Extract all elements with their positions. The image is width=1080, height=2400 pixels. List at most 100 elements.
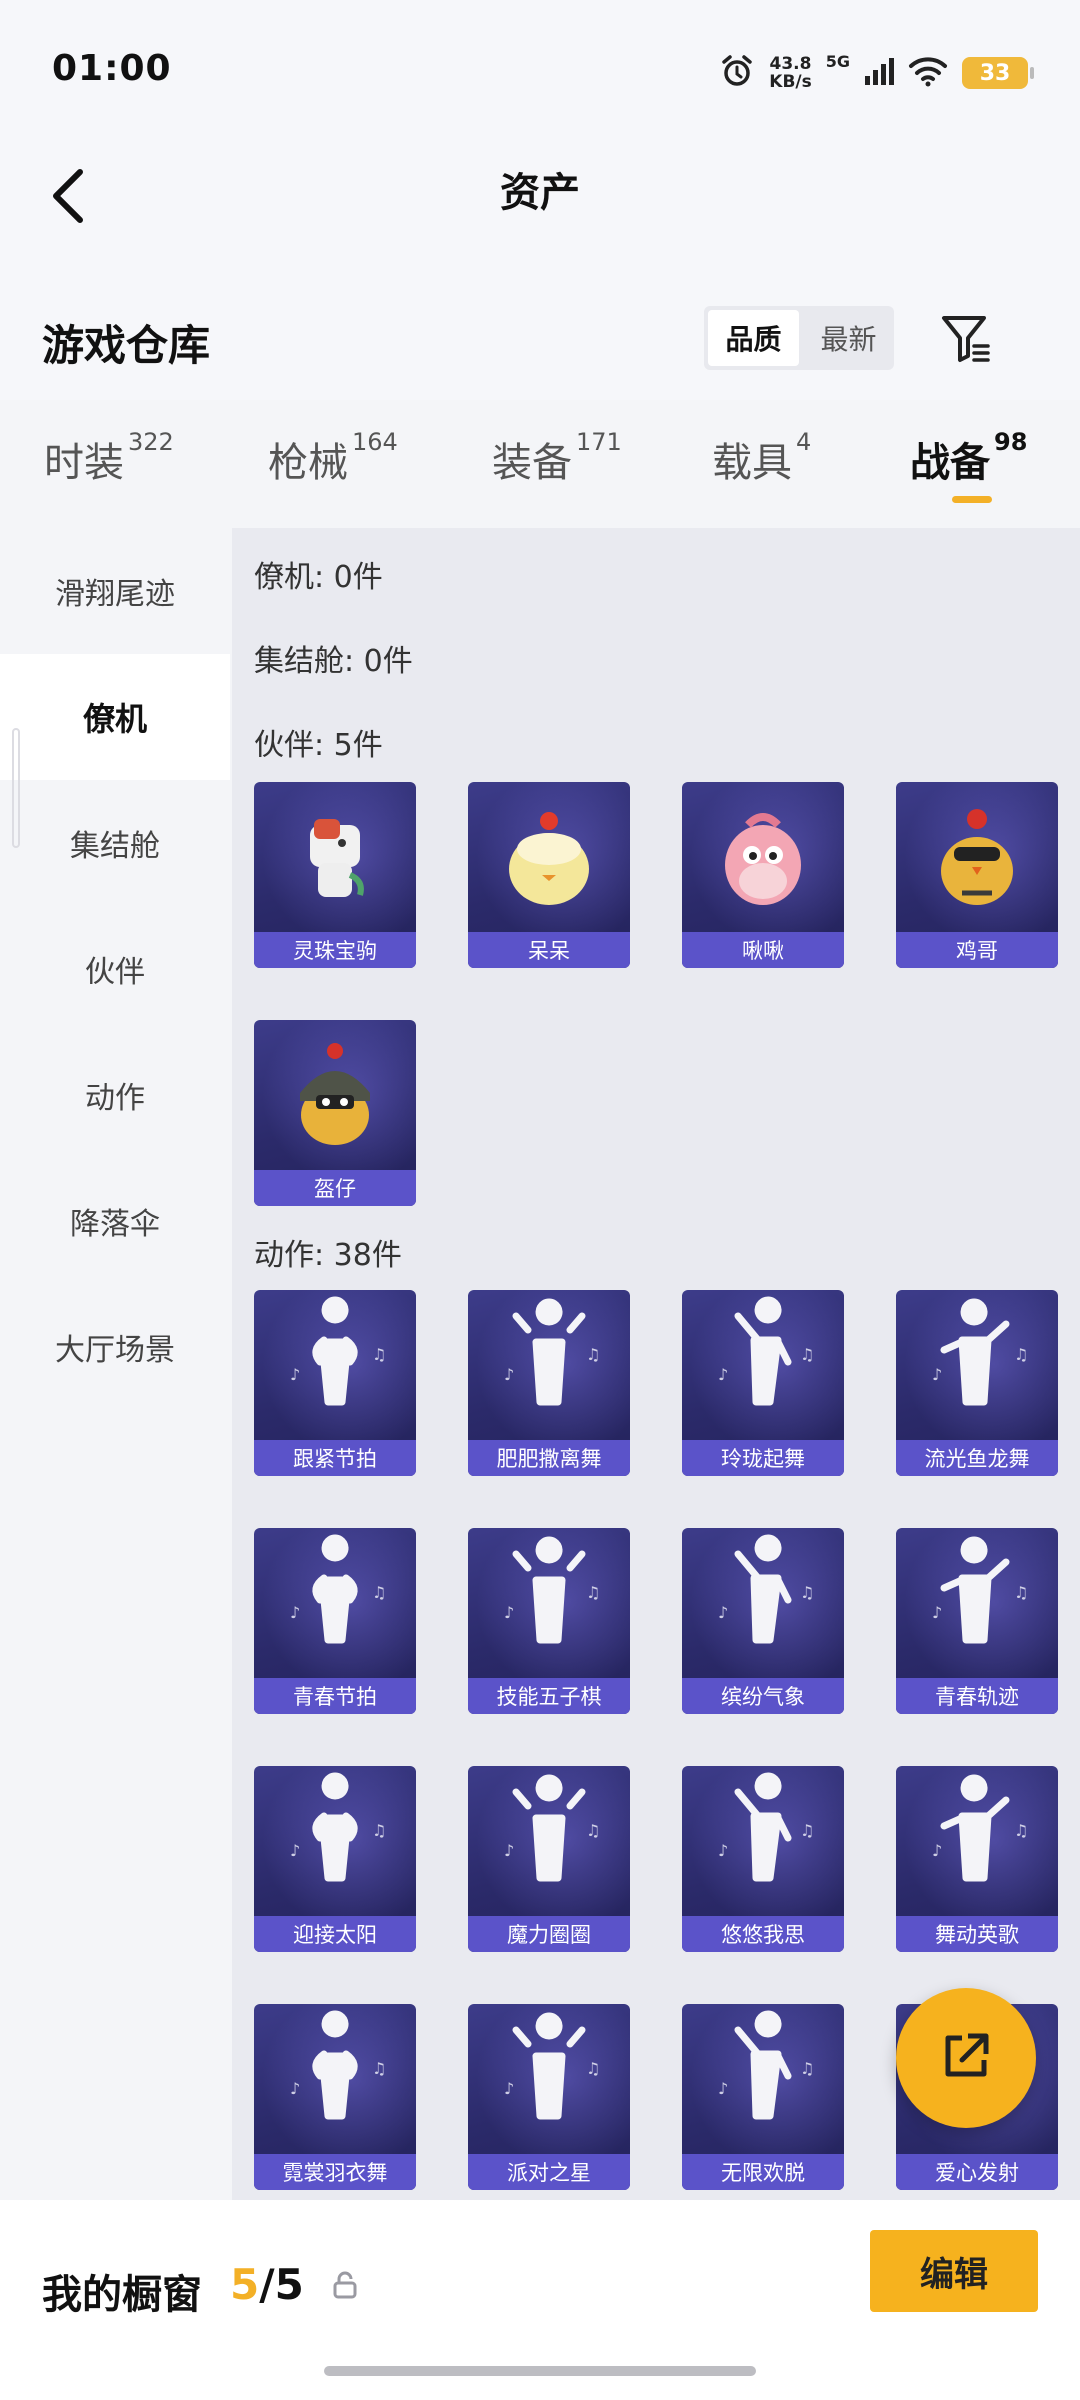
emote-card[interactable]: ♪ ♫ 无限欢脱: [682, 2004, 844, 2190]
partner-card[interactable]: 鸡哥: [896, 782, 1058, 968]
horse-toy-icon: [254, 782, 416, 932]
sort-quality-option[interactable]: 品质: [708, 310, 799, 366]
svg-text:♪: ♪: [718, 1365, 728, 1384]
tab-equipment[interactable]: 装备 171: [492, 428, 622, 488]
tab-combat-gear[interactable]: 战备 98: [910, 428, 1028, 488]
card-label: 跟紧节拍: [254, 1440, 416, 1476]
emote-card[interactable]: ♪ ♫ 流光鱼龙舞: [896, 1290, 1058, 1476]
emote-card[interactable]: ♪ ♫ 缤纷气象: [682, 1528, 844, 1714]
emote-card[interactable]: ♪ ♫ 青春节拍: [254, 1528, 416, 1714]
sidebar-item-lobby-scene[interactable]: 大厅场景: [0, 1284, 230, 1410]
svg-text:♫: ♫: [1014, 1583, 1028, 1602]
tab-vehicles[interactable]: 载具 4: [712, 428, 812, 488]
svg-text:♫: ♫: [586, 1583, 600, 1602]
tab-firearms[interactable]: 枪械 164: [268, 428, 398, 488]
status-icons: 43.8 KB/s 5G 33: [719, 48, 1034, 98]
sort-toggle: 品质 最新: [704, 306, 894, 370]
lock-icon: [330, 2270, 360, 2300]
partner-card[interactable]: 啾啾: [682, 782, 844, 968]
sidebar-item-pod[interactable]: 集结舱: [0, 780, 230, 906]
sidebar-item-partner[interactable]: 伙伴: [0, 906, 230, 1032]
card-label: 灵珠宝驹: [254, 932, 416, 968]
partner-card[interactable]: 盔仔: [254, 1020, 416, 1206]
showcase-count: 5/5: [230, 2260, 304, 2309]
svg-text:♫: ♫: [372, 1821, 386, 1840]
tab-fashion[interactable]: 时装 322: [44, 428, 174, 488]
dance-pose-icon: ♪♫: [682, 1528, 844, 1678]
section-title-wingman: 僚机: 0件: [254, 560, 383, 595]
sidebar-item-glide-trail[interactable]: 滑翔尾迹: [0, 528, 230, 654]
svg-text:♫: ♫: [800, 2059, 814, 2078]
card-label: 啾啾: [682, 932, 844, 968]
app-header: 资产: [0, 140, 1080, 270]
card-label: 青春节拍: [254, 1678, 416, 1714]
dance-pose-icon: ♪♫: [682, 1290, 844, 1440]
tab-count: 171: [576, 428, 622, 456]
emote-card[interactable]: ♪ ♫ 跟紧节拍: [254, 1290, 416, 1476]
partner-card[interactable]: 呆呆: [468, 782, 630, 968]
svg-text:♪: ♪: [718, 1841, 728, 1860]
sort-newest-option[interactable]: 最新: [803, 306, 894, 370]
card-label: 技能五子棋: [468, 1678, 630, 1714]
tab-count: 4: [796, 428, 812, 456]
card-label: 玲珑起舞: [682, 1440, 844, 1476]
category-tabs: 时装 322 枪械 164 装备 171 载具 4 战备 98: [0, 400, 1080, 528]
emote-card[interactable]: ♪ ♫ 迎接太阳: [254, 1766, 416, 1952]
home-indicator[interactable]: [324, 2366, 756, 2376]
network-type: 5G: [825, 52, 850, 71]
emote-card[interactable]: ♪ ♫ 玲珑起舞: [682, 1290, 844, 1476]
emote-card[interactable]: ♪ ♫ 魔力圈圈: [468, 1766, 630, 1952]
card-label: 盔仔: [254, 1170, 416, 1206]
svg-text:♪: ♪: [504, 1365, 514, 1384]
status-bar: 01:00 43.8 KB/s 5G 33: [0, 0, 1080, 140]
emote-card[interactable]: ♪ ♫ 青春轨迹: [896, 1528, 1058, 1714]
emote-card[interactable]: ♪ ♫ 派对之星: [468, 2004, 630, 2190]
signal-icon: [864, 56, 894, 90]
sidebar-scrollbar[interactable]: [12, 728, 20, 848]
tab-count: 98: [994, 428, 1028, 456]
partner-card[interactable]: 灵珠宝驹: [254, 782, 416, 968]
showcase-label: 我的橱窗: [42, 2272, 202, 2318]
emote-card[interactable]: ♪ ♫ 肥肥撒离舞: [468, 1290, 630, 1476]
edit-button[interactable]: 编辑: [870, 2230, 1038, 2312]
svg-text:♫: ♫: [800, 1583, 814, 1602]
showcase-used: 5: [230, 2260, 260, 2309]
svg-text:♫: ♫: [1014, 1345, 1028, 1364]
section-title-partners: 伙伴: 5件: [254, 728, 383, 763]
svg-text:♫: ♫: [1014, 1821, 1028, 1840]
sidebar-item-parachute[interactable]: 降落伞: [0, 1158, 230, 1284]
card-label: 青春轨迹: [896, 1678, 1058, 1714]
filter-button[interactable]: [934, 308, 998, 372]
page-title: 资产: [500, 170, 580, 216]
warehouse-title: 游戏仓库: [42, 321, 211, 370]
emote-card[interactable]: ♪ ♫ 霓裳羽衣舞: [254, 2004, 416, 2190]
alarm-icon: [719, 53, 755, 93]
emote-card[interactable]: ♪ ♫ 技能五子棋: [468, 1528, 630, 1714]
tab-count: 322: [128, 428, 174, 456]
status-time: 01:00: [52, 48, 172, 89]
dance-pose-icon: ♪♫: [468, 2004, 630, 2154]
emote-card[interactable]: ♪ ♫ 舞动英歌: [896, 1766, 1058, 1952]
dance-pose-icon: ♪♫: [682, 1766, 844, 1916]
svg-text:♪: ♪: [932, 1841, 942, 1860]
net-speed-value: 43.8: [769, 54, 812, 74]
svg-text:♫: ♫: [586, 1345, 600, 1364]
emote-card[interactable]: ♪ ♫ 悠悠我思: [682, 1766, 844, 1952]
svg-text:♫: ♫: [800, 1821, 814, 1840]
dance-pose-icon: ♪♫: [254, 2004, 416, 2154]
card-label: 霓裳羽衣舞: [254, 2154, 416, 2190]
svg-text:♪: ♪: [290, 1603, 300, 1622]
section-title-pod: 集结舱: 0件: [254, 644, 413, 679]
dance-pose-icon: ♪♫: [254, 1528, 416, 1678]
sidebar-item-wingman[interactable]: 僚机: [0, 654, 230, 780]
sidebar-item-emote[interactable]: 动作: [0, 1032, 230, 1158]
svg-text:♫: ♫: [586, 1821, 600, 1840]
share-button[interactable]: [896, 1988, 1036, 2128]
tab-label: 装备: [492, 440, 572, 486]
active-tab-indicator: [952, 496, 992, 503]
rooster-sunglasses-icon: [896, 782, 1058, 932]
svg-text:♪: ♪: [504, 1841, 514, 1860]
card-label: 悠悠我思: [682, 1916, 844, 1952]
card-label: 派对之星: [468, 2154, 630, 2190]
svg-text:♫: ♫: [372, 2059, 386, 2078]
